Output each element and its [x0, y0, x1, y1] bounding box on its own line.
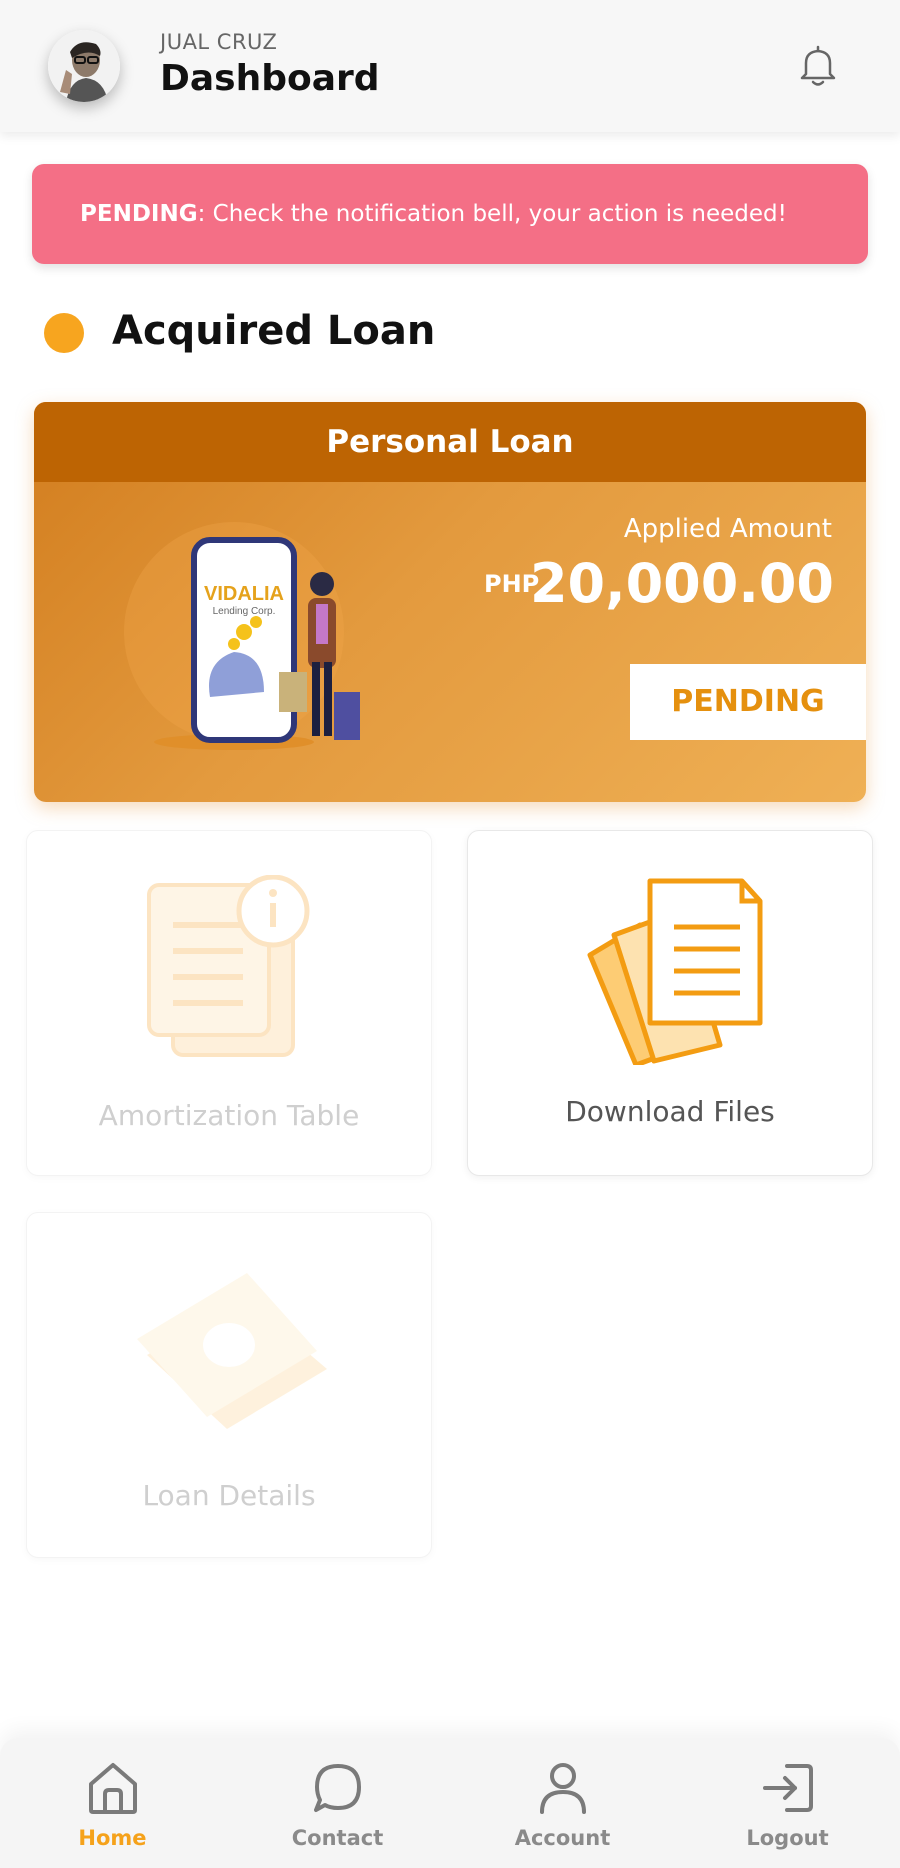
- nav-logout[interactable]: Logout: [675, 1738, 900, 1868]
- app-header: JUAL CRUZ Dashboard: [0, 0, 900, 132]
- applied-amount-label: Applied Amount: [623, 514, 832, 544]
- avatar[interactable]: [48, 30, 120, 102]
- chat-icon: [314, 1764, 361, 1812]
- money-icon: [137, 1273, 327, 1429]
- illustration-brand: VIDALIA: [204, 583, 284, 605]
- download-files-tile[interactable]: Download Files: [467, 830, 873, 1176]
- nav-label: Contact: [291, 1826, 384, 1850]
- loan-illustration: VIDALIA Lending Corp.: [124, 522, 404, 762]
- tile-label: Amortization Table: [98, 1099, 360, 1132]
- page-title: Dashboard: [160, 58, 380, 99]
- loan-status-badge: PENDING: [630, 664, 866, 740]
- section-title: Acquired Loan: [112, 308, 436, 354]
- alert-status: PENDING: [80, 201, 198, 227]
- user-name: JUAL CRUZ: [160, 30, 278, 54]
- alert-message: : Check the notification bell, your acti…: [197, 201, 787, 227]
- nav-account[interactable]: Account: [450, 1738, 675, 1868]
- amortization-table-tile[interactable]: Amortization Table: [26, 830, 432, 1176]
- loan-type: Personal Loan: [34, 402, 866, 482]
- loan-card[interactable]: Personal Loan VIDALIA Lending Corp. Appl…: [34, 402, 866, 802]
- nav-label: Home: [78, 1826, 147, 1850]
- nav-label: Account: [514, 1826, 611, 1850]
- tile-label: Loan Details: [142, 1479, 316, 1512]
- pending-alert-banner[interactable]: PENDING: Check the notification bell, yo…: [32, 164, 868, 264]
- bottom-nav: Home Contact Account Logout: [0, 1738, 900, 1868]
- home-icon: [89, 1763, 137, 1814]
- status-dot: [44, 313, 84, 353]
- bell-icon[interactable]: [798, 44, 838, 88]
- applied-amount: 20,000.00: [529, 552, 834, 615]
- avatar-photo: [48, 30, 120, 102]
- user-icon: [540, 1763, 586, 1814]
- logout-icon: [763, 1764, 813, 1812]
- nav-contact[interactable]: Contact: [225, 1738, 450, 1868]
- tile-label: Download Files: [565, 1095, 775, 1128]
- nav-label: Logout: [746, 1826, 829, 1850]
- nav-home[interactable]: Home: [0, 1738, 225, 1868]
- illustration-sub: Lending Corp.: [213, 606, 276, 617]
- document-info-icon: [147, 875, 310, 1057]
- files-icon: [587, 878, 763, 1065]
- loan-details-tile[interactable]: Loan Details: [26, 1212, 432, 1558]
